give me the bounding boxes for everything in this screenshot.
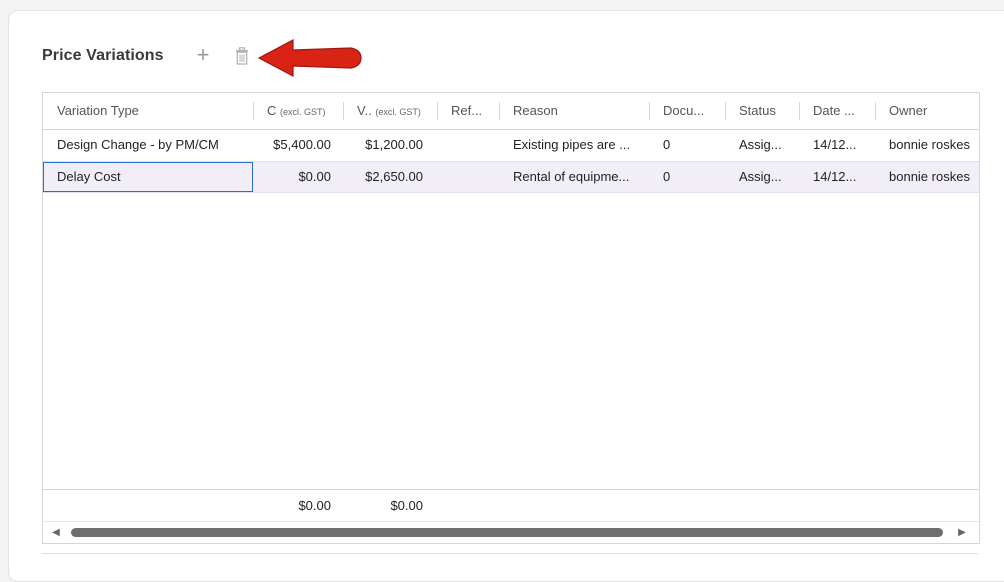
column-header-date[interactable]: Date ... bbox=[813, 93, 865, 129]
column-header-suffix: (excl. GST) bbox=[375, 107, 421, 117]
column-separator[interactable] bbox=[649, 102, 650, 120]
cell-reason[interactable]: Rental of equipme... bbox=[513, 162, 645, 192]
cell-cost[interactable]: $0.00 bbox=[255, 162, 331, 192]
column-separator[interactable] bbox=[799, 102, 800, 120]
column-separator[interactable] bbox=[253, 102, 254, 120]
cell-reference[interactable] bbox=[451, 130, 499, 160]
column-separator[interactable] bbox=[875, 102, 876, 120]
trash-icon bbox=[236, 47, 248, 65]
column-header-label: Ref... bbox=[451, 103, 483, 118]
column-header-label: C bbox=[267, 103, 277, 118]
column-header-cost[interactable]: C (excl. GST) bbox=[267, 93, 339, 129]
column-header-documents[interactable]: Docu... bbox=[663, 93, 719, 129]
cell-value[interactable]: $2,650.00 bbox=[345, 162, 423, 192]
column-header-label: V.. bbox=[357, 103, 372, 118]
cell-owner[interactable]: bonnie roskes bbox=[889, 162, 979, 192]
column-header-label: Status bbox=[739, 103, 776, 118]
cell-status[interactable]: Assig... bbox=[739, 130, 793, 160]
column-header-label: Variation Type bbox=[57, 103, 139, 118]
column-separator[interactable] bbox=[437, 102, 438, 120]
table-row-selected[interactable]: Delay Cost $0.00 $2,650.00 Rental of equ… bbox=[43, 161, 979, 193]
column-header-suffix: (excl. GST) bbox=[280, 107, 326, 117]
column-separator[interactable] bbox=[343, 102, 344, 120]
column-header-label: Reason bbox=[513, 103, 558, 118]
cell-status[interactable]: Assig... bbox=[739, 162, 793, 192]
column-separator[interactable] bbox=[725, 102, 726, 120]
column-header-label: Owner bbox=[889, 103, 928, 118]
scroll-right-icon[interactable]: ▶ bbox=[957, 526, 967, 540]
column-header-label: Docu... bbox=[663, 103, 705, 118]
cell-date[interactable]: 14/12... bbox=[813, 162, 871, 192]
section-title: Price Variations bbox=[42, 47, 164, 64]
cell-owner[interactable]: bonnie roskes bbox=[889, 130, 979, 160]
column-header-status[interactable]: Status bbox=[739, 93, 789, 129]
column-header-label: Date ... bbox=[813, 103, 855, 118]
scroll-left-icon[interactable]: ◀ bbox=[51, 526, 61, 540]
column-header-variation-type[interactable]: Variation Type bbox=[57, 93, 247, 129]
section-header: Price Variations bbox=[42, 44, 164, 68]
add-variation-button[interactable]: + bbox=[192, 44, 214, 66]
total-cost: $0.00 bbox=[298, 498, 331, 513]
cell-value[interactable]: $1,200.00 bbox=[345, 130, 423, 160]
column-header-owner[interactable]: Owner bbox=[889, 93, 979, 129]
cell-reason[interactable]: Existing pipes are ... bbox=[513, 130, 645, 160]
cell-reference[interactable] bbox=[451, 162, 499, 192]
price-variations-grid: Variation Type C (excl. GST) V.. (excl. … bbox=[42, 92, 980, 544]
scrollbar-thumb[interactable] bbox=[71, 528, 943, 537]
delete-variation-button[interactable] bbox=[233, 46, 251, 66]
horizontal-scrollbar[interactable]: ◀ ▶ bbox=[43, 521, 979, 543]
cell-variation-type[interactable]: Delay Cost bbox=[57, 162, 247, 192]
divider bbox=[42, 553, 978, 554]
cell-variation-type[interactable]: Design Change - by PM/CM bbox=[57, 130, 251, 160]
cell-cost[interactable]: $5,400.00 bbox=[255, 130, 331, 160]
plus-icon: + bbox=[196, 42, 210, 67]
cell-date[interactable]: 14/12... bbox=[813, 130, 871, 160]
column-separator[interactable] bbox=[499, 102, 500, 120]
column-header-reference[interactable]: Ref... bbox=[451, 93, 499, 129]
table-row[interactable]: Design Change - by PM/CM $5,400.00 $1,20… bbox=[43, 130, 979, 160]
cell-documents[interactable]: 0 bbox=[663, 130, 719, 160]
red-arrow-icon bbox=[257, 39, 362, 77]
total-value: $0.00 bbox=[390, 498, 423, 513]
grid-totals-row: $0.00 $0.00 bbox=[43, 489, 979, 522]
column-header-value[interactable]: V.. (excl. GST) bbox=[357, 93, 429, 129]
column-header-reason[interactable]: Reason bbox=[513, 93, 643, 129]
grid-header: Variation Type C (excl. GST) V.. (excl. … bbox=[43, 93, 979, 130]
cell-documents[interactable]: 0 bbox=[663, 162, 719, 192]
